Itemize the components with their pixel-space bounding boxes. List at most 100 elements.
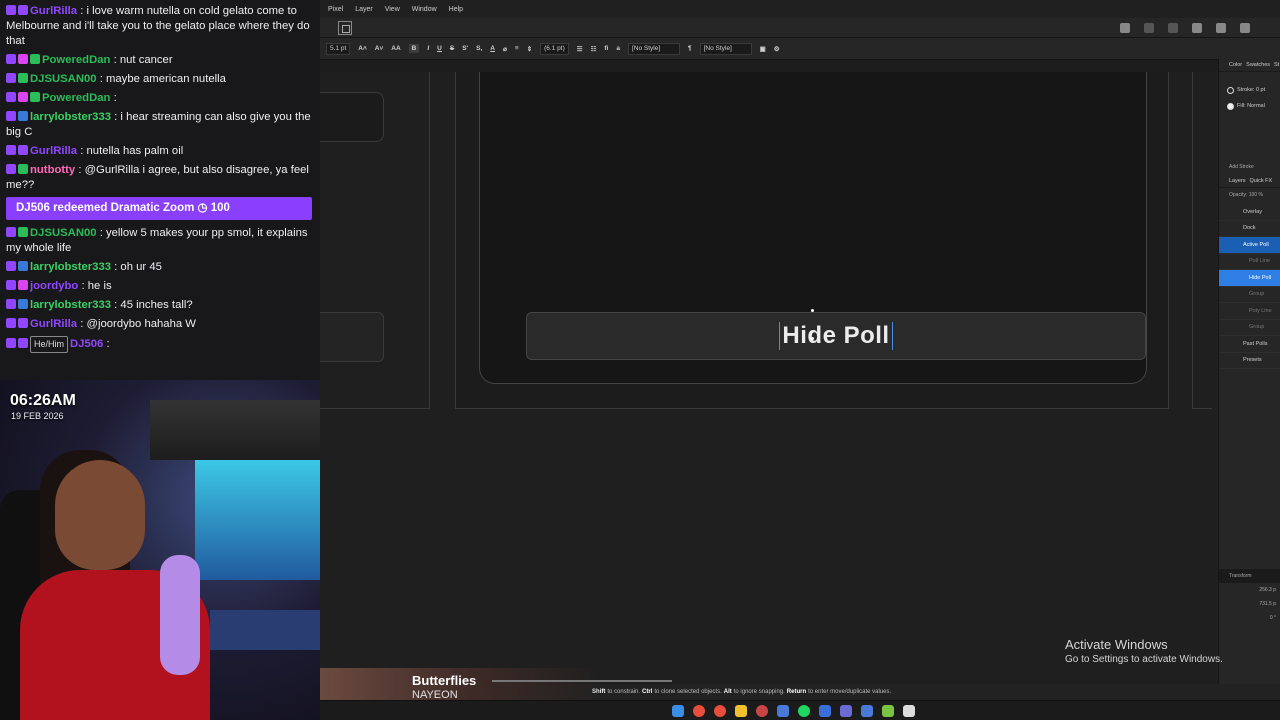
menu-item-layer[interactable]: Layer [355, 6, 373, 13]
align-icon[interactable]: ≡ [515, 45, 519, 52]
layer-item[interactable]: Group [1219, 320, 1280, 336]
char-style-select[interactable]: [No Style] [628, 42, 680, 55]
menu-item-help[interactable]: Help [449, 6, 463, 13]
menu-item-window[interactable]: Window [412, 6, 437, 13]
chat-badge-icon [6, 164, 16, 174]
chat-username[interactable]: GurlRilla [30, 318, 77, 330]
selection-handle[interactable] [811, 337, 814, 340]
case-button[interactable]: AA [391, 45, 400, 52]
leading-icon[interactable]: ⇕ [527, 45, 532, 53]
app-icon[interactable] [882, 704, 894, 717]
chat-badge-icon [6, 73, 16, 83]
activate-subtitle: Go to Settings to activate Windows. [1065, 654, 1223, 665]
chat-username[interactable]: larrylobster333 [30, 261, 111, 273]
toolbar-icon[interactable] [1144, 22, 1154, 33]
layer-panel-tab[interactable]: Quick FX [1250, 178, 1273, 184]
layer-item[interactable]: Active Poll [1219, 237, 1280, 254]
hide-poll-text[interactable]: Hide Poll [779, 322, 893, 350]
layer-panel-tab[interactable]: Layers [1229, 178, 1246, 184]
chat-text: : nutella has palm oil [80, 145, 184, 157]
bold-button[interactable]: B [408, 44, 420, 53]
underline-button[interactable]: U [437, 45, 442, 52]
app-icon[interactable] [777, 704, 789, 717]
kerning-icon[interactable]: fi [604, 45, 608, 52]
app-icon[interactable] [756, 704, 768, 717]
layer-item[interactable]: Overlay [1219, 204, 1280, 221]
chat-username[interactable]: DJSUSAN00 [30, 227, 97, 239]
increase-size-button[interactable]: A˄ [358, 45, 367, 52]
transform-field[interactable]: 731.5 p [1219, 597, 1280, 611]
chat-username[interactable]: DJ506 [70, 338, 103, 350]
char-style-icon[interactable]: a [616, 45, 620, 52]
text-color-icon[interactable]: A [490, 45, 495, 52]
bullet-list-icon[interactable]: ☰ [577, 45, 583, 53]
transform-field[interactable]: 256.3 p [1219, 583, 1280, 597]
toolbar-icon[interactable] [1240, 22, 1250, 33]
hide-poll-button[interactable]: Hide Poll [526, 312, 1146, 360]
layer-item[interactable]: Presets [1219, 353, 1280, 369]
chat-username[interactable]: PoweredDan [42, 54, 110, 66]
menu-item-pixel[interactable]: Pixel [328, 6, 343, 13]
add-stroke-button[interactable]: Add Stroke [1219, 160, 1280, 174]
layer-item[interactable]: Poly Line [1219, 303, 1280, 320]
chat-username[interactable]: joordybo [30, 280, 78, 292]
designer-icon[interactable] [819, 704, 831, 717]
spotify-icon[interactable] [798, 704, 810, 717]
canvas-workspace[interactable]: Hide Poll [320, 72, 1218, 684]
browser-icon[interactable] [714, 704, 726, 717]
toolbar-icon[interactable] [1120, 22, 1130, 33]
chat-badge-icon [6, 227, 16, 237]
fill-icon [1227, 102, 1234, 110]
artboard-tool-icon[interactable] [338, 20, 352, 35]
subscript-button[interactable]: S, [476, 45, 482, 52]
chat-username[interactable]: GurlRilla [30, 145, 77, 157]
layer-item[interactable]: Dock [1219, 221, 1280, 237]
layer-item[interactable]: Poll Line [1219, 254, 1280, 270]
panel-tab[interactable]: Color [1229, 62, 1242, 68]
panel-tab[interactable]: Swatches [1246, 62, 1270, 68]
app-icon[interactable] [903, 704, 915, 717]
fill-row[interactable]: Fill: Normal [1219, 98, 1280, 114]
para-style-icon[interactable]: ¶ [688, 45, 692, 52]
stroke-row[interactable]: Stroke: 0 pt [1219, 82, 1280, 98]
chat-text: : he is [81, 280, 112, 292]
file-explorer-icon[interactable] [735, 704, 747, 717]
chat-username[interactable]: nutbotty [30, 164, 75, 176]
leading-field[interactable]: (6.1 pt) [540, 42, 569, 55]
chat-username[interactable]: GurlRilla [30, 5, 77, 17]
toolbar-icon[interactable] [1216, 22, 1226, 33]
transform-tab[interactable]: Transform [1219, 569, 1280, 583]
status-key-alt: Alt [723, 689, 732, 695]
menu-item-view[interactable]: View [385, 6, 400, 13]
chat-username[interactable]: larrylobster333 [30, 299, 111, 311]
panel-tab[interactable]: St [1274, 62, 1279, 68]
layer-item[interactable]: Hide Poll [1219, 270, 1280, 287]
chat-username[interactable]: larrylobster333 [30, 111, 111, 123]
font-size-field[interactable]: 5.1 pt [326, 42, 351, 55]
decrease-size-button[interactable]: A˅ [375, 45, 384, 52]
chat-message: nutbotty : @GurlRilla i agree, but also … [6, 163, 314, 193]
settings-gear-icon[interactable]: ⚙ [774, 45, 780, 53]
strikethrough-button[interactable]: S [450, 45, 454, 52]
selection-handle[interactable] [811, 309, 814, 312]
app-icon[interactable] [861, 704, 873, 717]
transform-field[interactable]: 0 ° [1219, 611, 1280, 625]
layer-item[interactable]: Past Polls [1219, 336, 1280, 353]
start-icon[interactable] [672, 704, 684, 717]
chat-badge-icon [18, 5, 28, 15]
app-icon[interactable] [840, 704, 852, 717]
chat-username[interactable]: DJSUSAN00 [30, 73, 97, 85]
highlight-color-icon[interactable]: ⌀ [503, 45, 507, 53]
chrome-icon[interactable] [693, 704, 705, 717]
toolbar-icon[interactable] [1192, 22, 1202, 33]
chat-message: larrylobster333 : 45 inches tall? [6, 298, 314, 313]
text-frame-icon[interactable]: ▣ [760, 45, 766, 53]
numbered-list-icon[interactable]: ☷ [591, 45, 597, 53]
superscript-button[interactable]: S' [462, 45, 468, 52]
layer-item[interactable]: Group [1219, 287, 1280, 303]
chat-username[interactable]: PoweredDan [42, 92, 110, 104]
italic-button[interactable]: I [427, 45, 429, 52]
toolbar-icon[interactable] [1168, 22, 1178, 33]
opacity-field[interactable]: Opacity: 100 % [1219, 188, 1280, 202]
para-style-select[interactable]: [No Style] [699, 42, 752, 55]
